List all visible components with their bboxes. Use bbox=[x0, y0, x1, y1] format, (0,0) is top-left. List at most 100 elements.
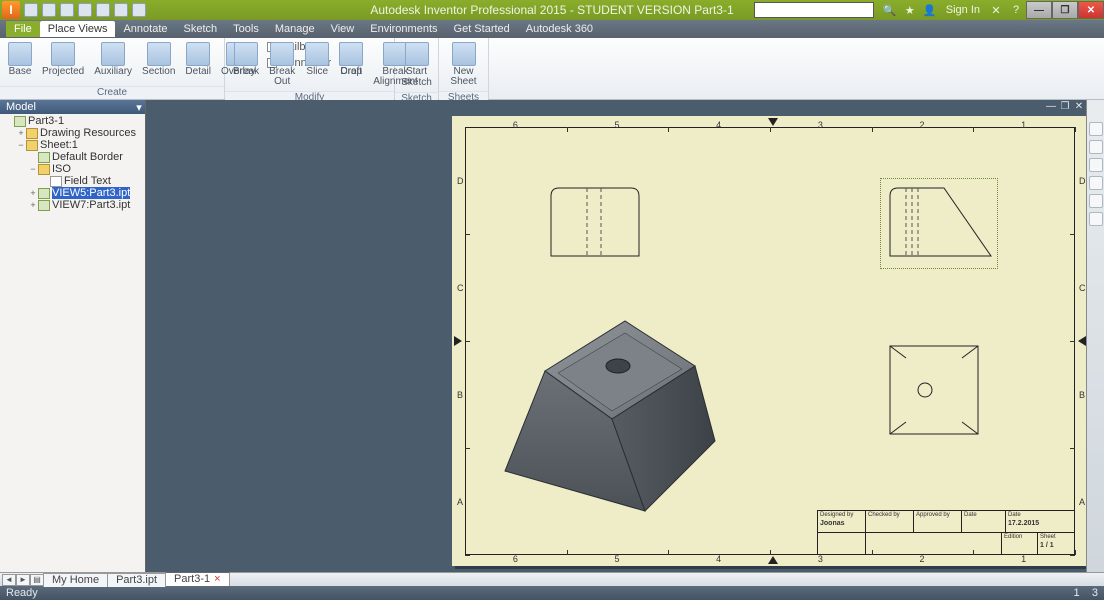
sign-in-link[interactable]: Sign In bbox=[946, 4, 980, 16]
crop-button[interactable]: Crop bbox=[335, 40, 367, 79]
ruler-number: 3 bbox=[818, 120, 823, 130]
browser-title: Model bbox=[6, 101, 36, 113]
ruler-number: 5 bbox=[615, 554, 620, 564]
get-started-tab[interactable]: Get Started bbox=[446, 21, 518, 37]
view-front[interactable] bbox=[549, 186, 641, 258]
view-right[interactable] bbox=[888, 186, 993, 258]
minimize-button[interactable]: — bbox=[1026, 1, 1052, 19]
tab-list-button[interactable]: ▤ bbox=[30, 574, 44, 586]
projected-button[interactable]: Projected bbox=[38, 40, 88, 79]
place-views-tab[interactable]: Place Views bbox=[40, 21, 116, 37]
browser-header[interactable]: Model ▾ bbox=[0, 100, 145, 114]
qat-save[interactable] bbox=[60, 3, 74, 17]
ruler-letter: D bbox=[457, 176, 464, 186]
zoom-button[interactable] bbox=[1089, 158, 1103, 172]
app-icon[interactable]: I bbox=[2, 1, 20, 19]
pan-button[interactable] bbox=[1089, 140, 1103, 154]
window-title: Autodesk Inventor Professional 2015 - ST… bbox=[370, 3, 733, 17]
tab-next-button[interactable]: ► bbox=[16, 574, 30, 586]
annotate-tab[interactable]: Annotate bbox=[115, 21, 175, 37]
tree-node[interactable]: Default Border bbox=[0, 151, 145, 163]
panel-title-create: Create bbox=[0, 86, 224, 99]
drawing-sheet[interactable]: Designed byJoonas Checked by Approved by… bbox=[452, 116, 1086, 566]
tree-node[interactable]: Field Text bbox=[0, 175, 145, 187]
tree-node[interactable]: Part3-1 bbox=[0, 115, 145, 127]
environments-tab[interactable]: Environments bbox=[362, 21, 445, 37]
ruler-letter: A bbox=[1079, 497, 1085, 507]
detail-button[interactable]: Detail bbox=[181, 40, 215, 79]
manage-tab[interactable]: Manage bbox=[267, 21, 323, 37]
tab-part3-ipt[interactable]: Part3.ipt bbox=[107, 573, 166, 587]
qat-more[interactable] bbox=[132, 3, 146, 17]
lookAt-button[interactable] bbox=[1089, 194, 1103, 208]
ruler-letter: C bbox=[457, 283, 464, 293]
qat-undo[interactable] bbox=[78, 3, 92, 17]
ribbon-tabs: File Place Views Annotate Sketch Tools M… bbox=[0, 20, 1104, 38]
view-tab[interactable]: View bbox=[323, 21, 363, 37]
doc-min-button[interactable]: — bbox=[1044, 100, 1058, 112]
file-tab[interactable]: File bbox=[6, 21, 40, 37]
title-block: Designed byJoonas Checked by Approved by… bbox=[817, 510, 1075, 555]
maximize-button[interactable]: ❐ bbox=[1052, 1, 1078, 19]
orbit-button[interactable] bbox=[1089, 176, 1103, 190]
browser-tree[interactable]: Part3-1+Drawing Resources−Sheet:1Default… bbox=[0, 114, 145, 572]
tab-part3-1[interactable]: Part3-1 × bbox=[165, 572, 230, 586]
section-button[interactable]: Section bbox=[138, 40, 179, 79]
tree-node[interactable]: −Sheet:1 bbox=[0, 139, 145, 151]
ruler-number: 1 bbox=[1021, 120, 1026, 130]
ruler-number: 3 bbox=[818, 554, 823, 564]
a360-tab[interactable]: Autodesk 360 bbox=[518, 21, 601, 37]
qat-new[interactable] bbox=[24, 3, 38, 17]
document-tabs: ◄ ► ▤ My Home Part3.ipt Part3-1 × bbox=[0, 572, 1104, 586]
user-icon[interactable]: 👤 bbox=[922, 2, 938, 18]
qat-open[interactable] bbox=[42, 3, 56, 17]
ruler-letter: B bbox=[457, 390, 463, 400]
title-bar: I Autodesk Inventor Professional 2015 - … bbox=[0, 0, 1104, 20]
tree-node[interactable]: +Drawing Resources bbox=[0, 127, 145, 139]
status-num2: 3 bbox=[1092, 587, 1098, 599]
exchange-icon[interactable]: ✕ bbox=[988, 2, 1004, 18]
start-sketch-button[interactable]: StartSketch bbox=[397, 40, 436, 90]
doc-restore-button[interactable]: ❐ bbox=[1058, 100, 1072, 112]
break-button[interactable]: Break bbox=[229, 40, 263, 79]
quick-access-toolbar: I bbox=[0, 0, 146, 20]
view-top[interactable] bbox=[888, 344, 980, 436]
left-center-marker bbox=[454, 336, 462, 346]
search-input[interactable] bbox=[754, 2, 874, 18]
bottom-center-marker bbox=[768, 556, 778, 564]
ribbon: Base Projected Auxiliary Section Detail … bbox=[0, 38, 1104, 100]
base-button[interactable]: Base bbox=[4, 40, 36, 79]
viewcube-button[interactable] bbox=[1089, 122, 1103, 136]
drawing-canvas[interactable]: — ❐ ✕ bbox=[146, 100, 1086, 572]
qat-print[interactable] bbox=[114, 3, 128, 17]
star-icon[interactable]: ★ bbox=[902, 2, 918, 18]
doc-close-button[interactable]: ✕ bbox=[1072, 100, 1086, 112]
tab-myhome[interactable]: My Home bbox=[43, 573, 108, 587]
tree-node[interactable]: +VIEW7:Part3.ipt bbox=[0, 199, 145, 211]
tools-tab[interactable]: Tools bbox=[225, 21, 267, 37]
breakout-button[interactable]: Break Out bbox=[265, 40, 299, 89]
sketch-tab[interactable]: Sketch bbox=[176, 21, 226, 37]
ruler-number: 6 bbox=[513, 120, 518, 130]
tree-node[interactable]: −ISO bbox=[0, 163, 145, 175]
nav-bar bbox=[1086, 100, 1104, 572]
close-icon[interactable]: × bbox=[214, 573, 220, 585]
ruler-number: 5 bbox=[615, 120, 620, 130]
ruler-letter: B bbox=[1079, 390, 1085, 400]
close-button[interactable]: ✕ bbox=[1078, 1, 1104, 19]
home-button[interactable] bbox=[1089, 212, 1103, 226]
status-bar: Ready 1 3 bbox=[0, 586, 1104, 600]
model-browser: Model ▾ Part3-1+Drawing Resources−Sheet:… bbox=[0, 100, 146, 572]
slice-button[interactable]: Slice bbox=[301, 40, 333, 79]
search-icon[interactable]: 🔍 bbox=[882, 2, 898, 18]
ruler-letter: D bbox=[1079, 176, 1086, 186]
view-iso[interactable] bbox=[490, 311, 720, 526]
tab-prev-button[interactable]: ◄ bbox=[2, 574, 16, 586]
new-sheet-button[interactable]: New Sheet bbox=[443, 40, 484, 89]
qat-redo[interactable] bbox=[96, 3, 110, 17]
help-icon[interactable]: ? bbox=[1008, 2, 1024, 18]
browser-close-icon[interactable]: ▾ bbox=[133, 101, 145, 113]
auxiliary-button[interactable]: Auxiliary bbox=[90, 40, 136, 79]
ruler-number: 4 bbox=[716, 120, 721, 130]
tree-node[interactable]: +VIEW5:Part3.ipt bbox=[0, 187, 145, 199]
